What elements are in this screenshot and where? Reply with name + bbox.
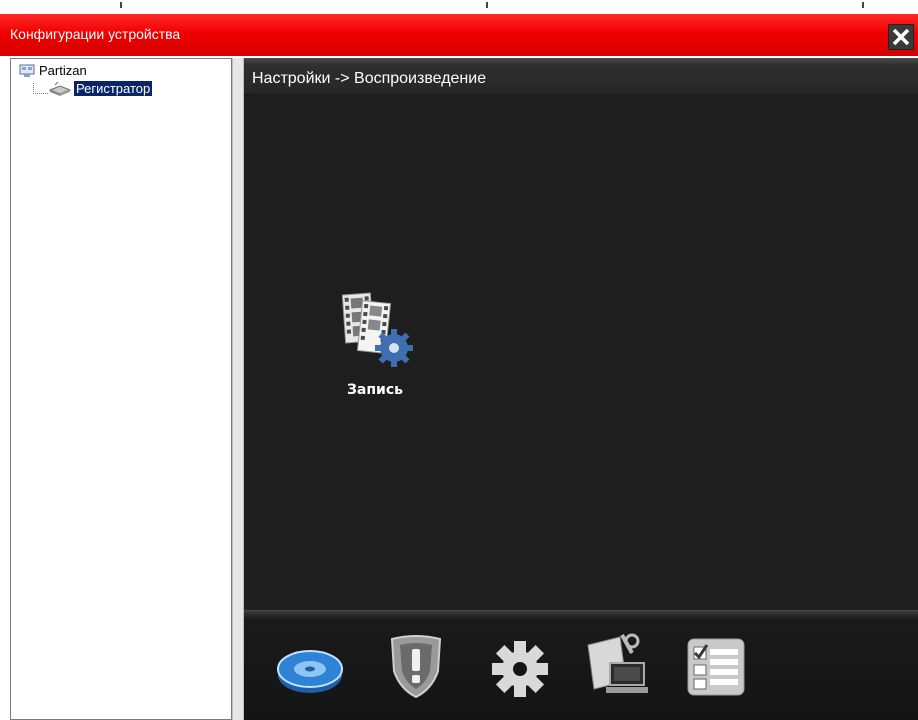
device-config-window: Конфигурации устройства Partizan Регистр… (0, 0, 918, 720)
gear-icon (492, 641, 548, 697)
settings-panel: Настройки -> Воспроизведение Запись (244, 58, 918, 720)
checklist-icon (687, 638, 745, 696)
tree-connector (33, 83, 48, 94)
window-title: Конфигурации устройства (10, 26, 181, 42)
recorder-device-icon (49, 81, 71, 96)
storage-button[interactable] (274, 631, 346, 701)
top-tick (486, 2, 488, 8)
network-tools-icon (587, 633, 648, 693)
system-settings-button[interactable] (484, 631, 556, 701)
alarm-shield-icon (390, 635, 442, 699)
bottom-toolbar (244, 610, 918, 720)
close-button[interactable] (888, 24, 914, 50)
breadcrumb: Настройки -> Воспроизведение (252, 70, 487, 87)
title-bar: Конфигурации устройства (0, 14, 918, 56)
device-tree: Partizan Регистратор (10, 58, 232, 720)
tree-node-label: Partizan (39, 63, 87, 78)
hard-disk-icon (277, 650, 343, 693)
panel-body: Запись (250, 94, 918, 610)
info-button[interactable] (680, 631, 752, 701)
tree-node-recorder[interactable]: Регистратор (49, 81, 153, 96)
alarm-button[interactable] (380, 631, 452, 701)
top-tick (120, 2, 122, 8)
film-gear-icon (341, 292, 413, 367)
top-tick (862, 2, 864, 8)
tree-node-partizan[interactable]: Partizan (19, 63, 87, 78)
panel-header: Настройки -> Воспроизведение (244, 58, 918, 95)
network-root-icon (19, 64, 35, 77)
splitter[interactable] (232, 58, 244, 720)
tree-node-label: Регистратор (74, 81, 153, 96)
record-label: Запись (346, 382, 404, 398)
close-icon (892, 28, 910, 46)
record-settings-tile[interactable]: Запись (320, 282, 430, 412)
network-tools-button[interactable] (580, 631, 652, 701)
